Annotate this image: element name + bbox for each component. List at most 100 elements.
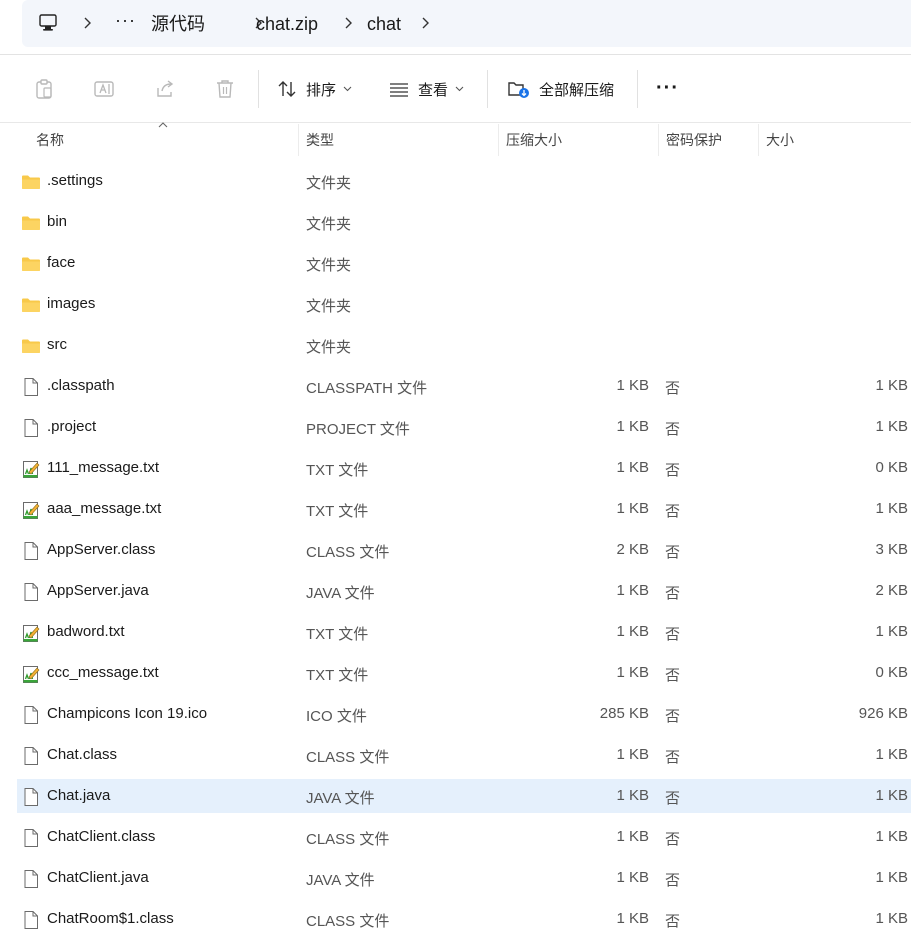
file-row[interactable]: ChatClient.class CLASS 文件 1 KB 否 1 KB bbox=[17, 820, 911, 854]
file-row[interactable]: badword.txt TXT 文件 1 KB 否 1 KB bbox=[17, 615, 911, 649]
file-size: 1 KB bbox=[875, 377, 908, 394]
file-name: face bbox=[47, 254, 76, 271]
file-password-protected: 否 bbox=[665, 585, 681, 602]
file-icon bbox=[21, 869, 41, 889]
share-icon[interactable] bbox=[154, 78, 176, 100]
column-resize-handle[interactable] bbox=[758, 124, 759, 156]
file-row[interactable]: .project PROJECT 文件 1 KB 否 1 KB bbox=[17, 410, 911, 444]
file-icon bbox=[21, 705, 41, 725]
text-file-icon bbox=[21, 459, 41, 479]
sort-button[interactable]: 排序 bbox=[276, 76, 352, 102]
toolbar-divider bbox=[487, 70, 488, 108]
column-resize-handle[interactable] bbox=[298, 124, 299, 156]
file-name: Champicons Icon 19.ico bbox=[47, 705, 208, 722]
file-compressed-size: 1 KB bbox=[616, 910, 649, 927]
file-row[interactable]: src 文件夹 bbox=[17, 328, 911, 362]
toolbar-divider bbox=[258, 70, 259, 108]
file-compressed-size: 1 KB bbox=[616, 787, 649, 804]
file-row[interactable]: aaa_message.txt TXT 文件 1 KB 否 1 KB bbox=[17, 492, 911, 526]
file-type: PROJECT 文件 bbox=[306, 421, 410, 438]
chevron-right-icon[interactable] bbox=[341, 15, 355, 31]
paste-icon[interactable] bbox=[33, 78, 55, 100]
breadcrumb-overflow[interactable]: ··· bbox=[115, 10, 136, 31]
chevron-down-icon bbox=[343, 86, 352, 92]
extract-all-button[interactable]: 全部解压缩 bbox=[507, 76, 614, 102]
column-header-compressed-size[interactable]: 压缩大小 bbox=[506, 130, 562, 150]
file-row[interactable]: Chat.java JAVA 文件 1 KB 否 1 KB bbox=[17, 779, 911, 813]
chevron-right-icon[interactable] bbox=[418, 15, 432, 31]
rename-icon[interactable] bbox=[93, 78, 115, 100]
breadcrumb-item-source[interactable]: 源代码 bbox=[151, 13, 205, 35]
file-row[interactable]: AppServer.class CLASS 文件 2 KB 否 3 KB bbox=[17, 533, 911, 567]
file-type: JAVA 文件 bbox=[306, 585, 375, 602]
file-name: .settings bbox=[47, 172, 103, 189]
file-name: 111_message.txt bbox=[47, 459, 160, 476]
column-resize-handle[interactable] bbox=[498, 124, 499, 156]
extract-all-label: 全部解压缩 bbox=[539, 81, 615, 99]
chevron-right-icon[interactable] bbox=[80, 15, 94, 31]
file-size: 1 KB bbox=[875, 787, 908, 804]
file-compressed-size: 1 KB bbox=[616, 500, 649, 517]
file-row[interactable]: ChatClient.java JAVA 文件 1 KB 否 1 KB bbox=[17, 861, 911, 895]
file-icon bbox=[21, 910, 41, 930]
file-name: ChatRoom$1.class bbox=[47, 910, 174, 927]
file-type: 文件夹 bbox=[306, 216, 352, 233]
file-row[interactable]: Chat.class CLASS 文件 1 KB 否 1 KB bbox=[17, 738, 911, 772]
column-header-size[interactable]: 大小 bbox=[766, 130, 794, 150]
file-row[interactable]: ccc_message.txt TXT 文件 1 KB 否 0 KB bbox=[17, 656, 911, 690]
view-label: 查看 bbox=[418, 81, 449, 99]
column-header-name[interactable]: 名称 bbox=[36, 130, 64, 150]
view-button[interactable]: 查看 bbox=[388, 76, 464, 102]
text-file-icon bbox=[21, 623, 41, 643]
more-options-button[interactable]: ··· bbox=[656, 78, 679, 98]
file-compressed-size: 1 KB bbox=[616, 377, 649, 394]
file-type: 文件夹 bbox=[306, 257, 352, 274]
file-row[interactable]: ChatRoom$1.class CLASS 文件 1 KB 否 1 KB bbox=[17, 902, 911, 936]
file-name: images bbox=[47, 295, 96, 312]
file-name: ccc_message.txt bbox=[47, 664, 159, 681]
text-file-icon bbox=[21, 664, 41, 684]
folder-icon bbox=[21, 295, 41, 315]
breadcrumb-item-zip[interactable]: chat.zip bbox=[256, 13, 318, 35]
file-type: TXT 文件 bbox=[306, 503, 369, 520]
file-row[interactable]: .classpath CLASSPATH 文件 1 KB 否 1 KB bbox=[17, 369, 911, 403]
file-row[interactable]: face 文件夹 bbox=[17, 246, 911, 280]
file-name: Chat.class bbox=[47, 746, 118, 763]
file-compressed-size: 1 KB bbox=[616, 418, 649, 435]
file-type: CLASS 文件 bbox=[306, 831, 390, 848]
this-pc-icon[interactable] bbox=[38, 13, 58, 33]
file-name: .classpath bbox=[47, 377, 115, 394]
file-password-protected: 否 bbox=[665, 544, 681, 561]
file-password-protected: 否 bbox=[665, 462, 681, 479]
address-bar[interactable]: ··· 源代码 chat.zip chat bbox=[22, 0, 911, 47]
file-row[interactable]: .settings 文件夹 bbox=[17, 164, 911, 198]
file-compressed-size: 1 KB bbox=[616, 623, 649, 640]
file-row[interactable]: AppServer.java JAVA 文件 1 KB 否 2 KB bbox=[17, 574, 911, 608]
column-resize-handle[interactable] bbox=[658, 124, 659, 156]
file-row[interactable]: Champicons Icon 19.ico ICO 文件 285 KB 否 926 K… bbox=[17, 697, 911, 731]
file-password-protected: 否 bbox=[665, 790, 681, 807]
file-name: AppServer.class bbox=[47, 541, 156, 558]
file-password-protected: 否 bbox=[665, 913, 681, 930]
file-type: JAVA 文件 bbox=[306, 872, 375, 889]
file-row[interactable]: images 文件夹 bbox=[17, 287, 911, 321]
file-type: 文件夹 bbox=[306, 298, 352, 315]
file-row[interactable]: bin 文件夹 bbox=[17, 205, 911, 239]
file-password-protected: 否 bbox=[665, 708, 681, 725]
file-type: CLASS 文件 bbox=[306, 749, 390, 766]
column-header-password[interactable]: 密码保护 bbox=[666, 130, 722, 150]
delete-icon[interactable] bbox=[214, 78, 236, 100]
file-password-protected: 否 bbox=[665, 749, 681, 766]
toolbar-divider bbox=[637, 70, 638, 108]
file-type: 文件夹 bbox=[306, 339, 352, 356]
file-icon bbox=[21, 541, 41, 561]
file-row[interactable]: 111_message.txt TXT 文件 1 KB 否 0 KB bbox=[17, 451, 911, 485]
file-compressed-size: 1 KB bbox=[616, 869, 649, 886]
file-icon bbox=[21, 828, 41, 848]
column-header-type[interactable]: 类型 bbox=[306, 130, 334, 150]
breadcrumb-item-chat[interactable]: chat bbox=[367, 13, 401, 35]
file-compressed-size: 1 KB bbox=[616, 459, 649, 476]
file-size: 1 KB bbox=[875, 828, 908, 845]
file-type: TXT 文件 bbox=[306, 462, 369, 479]
folder-icon bbox=[21, 213, 41, 233]
